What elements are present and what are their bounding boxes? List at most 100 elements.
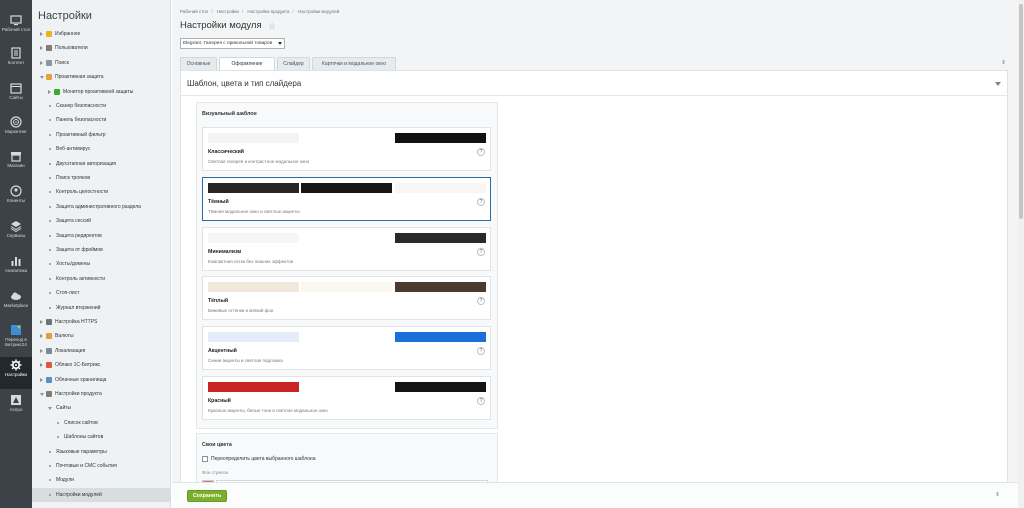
help-icon[interactable]: ?	[477, 247, 485, 256]
divider	[181, 95, 1007, 96]
template-name: Акцентный	[208, 348, 237, 355]
sidebar-item[interactable]: Языковые параметры	[32, 445, 170, 459]
rail-item-11[interactable]: Настройки	[0, 357, 32, 389]
help-icon[interactable]: ?	[477, 297, 485, 306]
sidebar-item[interactable]: Монитор проактивной защиты	[32, 85, 170, 99]
override-colors-checkbox[interactable]	[202, 456, 208, 462]
template-card[interactable]: Тёплый Бежевые оттенки и мягкий фон?	[202, 276, 491, 321]
collapsed-arrow-icon[interactable]	[40, 32, 43, 36]
sidebar-item[interactable]: Локализация	[32, 344, 170, 358]
sidebar-item[interactable]: Стоп-лист	[32, 286, 170, 300]
tab-cards-modal[interactable]: Карточки и модальное окно	[312, 57, 396, 70]
sidebar-item[interactable]: Настройки продукта	[32, 387, 170, 401]
rail-item-4[interactable]: Маркетинг	[0, 114, 32, 146]
sidebar-item[interactable]: Облачные хранилища	[32, 373, 170, 387]
rail-item-8[interactable]: Аналитика	[0, 253, 32, 285]
sidebar-item[interactable]: Избранное	[32, 27, 170, 41]
template-card[interactable]: Тёмный Тёмная модальное окно и светлые ак…	[202, 176, 491, 221]
template-card[interactable]: Минимализм Компактная сетка без лишних эф…	[202, 226, 491, 271]
pin-icon[interactable]: ⇟	[1001, 59, 1006, 66]
sidebar-item-label: Защита от фреймов	[56, 247, 103, 253]
sidebar-item[interactable]: Контроль активности	[32, 272, 170, 286]
sidebar-item[interactable]: Панель безопасности	[32, 113, 170, 127]
pin-icon[interactable]: ⇟	[995, 491, 1000, 498]
sidebar-item[interactable]: Шаблоны сайтов	[32, 430, 170, 444]
breadcrumb-item[interactable]: Настройки продукта	[247, 9, 289, 14]
rail-item-2[interactable]: Контент	[0, 45, 32, 77]
save-button[interactable]: Сохранить	[187, 490, 227, 502]
tab-main[interactable]: Основные	[180, 57, 217, 70]
breadcrumb-item[interactable]: Рабочий стол	[180, 9, 208, 14]
sidebar-item[interactable]: Защита от фреймов	[32, 243, 170, 257]
sidebar-item[interactable]: Почтовые и СМС события	[32, 459, 170, 473]
rail-item-6[interactable]: Клиенты	[0, 183, 32, 215]
breadcrumb-item[interactable]: Настройки	[217, 9, 239, 14]
expanded-arrow-icon[interactable]	[40, 393, 44, 396]
sidebar-item[interactable]: Облако 1С-Битрикс	[32, 358, 170, 372]
sidebar-item[interactable]: Список сайтов	[32, 416, 170, 430]
expanded-arrow-icon[interactable]	[40, 76, 44, 80]
sidebar-item[interactable]: Проактивная защита	[32, 70, 170, 84]
collapsed-arrow-icon[interactable]	[40, 60, 43, 65]
page-scrollbar[interactable]	[1018, 0, 1024, 508]
template-color-swatch	[208, 332, 299, 343]
collapsed-arrow-icon[interactable]	[40, 334, 43, 339]
sidebar-item[interactable]: Сайты	[32, 401, 170, 415]
tab-design[interactable]: Оформление	[219, 57, 275, 70]
rail-item-10[interactable]: Переход в Битрикс24	[0, 322, 32, 354]
template-name: Тёмный	[208, 198, 229, 205]
tree-item-icon	[46, 31, 52, 37]
sidebar-item[interactable]: Защита редиректов	[32, 229, 170, 243]
template-card[interactable]: Классический Светлая галерея и контрастно…	[202, 127, 491, 171]
sidebar-item[interactable]: Веб-антивирус	[32, 142, 170, 156]
rail-item-5[interactable]: Магазин	[0, 148, 32, 180]
sidebar-item[interactable]: Пользователи	[32, 41, 170, 55]
rail-item-3[interactable]: Сайты	[0, 80, 32, 112]
rail-item-label: Маркетинг	[5, 129, 27, 134]
sidebar-item[interactable]: Настройка HTTPS	[32, 315, 170, 329]
sidebar-item[interactable]: Валюты	[32, 329, 170, 343]
rail-item-1[interactable]: Рабочий стол	[0, 12, 32, 44]
expanded-arrow-icon[interactable]	[48, 407, 52, 411]
tab-slider[interactable]: Слайдер	[277, 57, 310, 70]
module-select[interactable]: Elegrant: Галерея с прикольной товаров	[180, 38, 285, 49]
collapsed-arrow-icon[interactable]	[40, 320, 43, 324]
collapsed-arrow-icon[interactable]	[48, 89, 51, 94]
sidebar-item[interactable]: Проактивный фильтр	[32, 128, 170, 142]
favorite-star-icon[interactable]: ☆	[268, 21, 276, 32]
sidebar-item[interactable]: Настройки модулей	[32, 487, 170, 502]
override-colors-label[interactable]: Переопределить цвета выбранного шаблона	[211, 456, 315, 462]
sidebar-item[interactable]: Двухэтапная авторизация	[32, 157, 170, 171]
sidebar-item[interactable]: Защита административного раздела	[32, 200, 170, 214]
collapsed-arrow-icon[interactable]	[40, 377, 43, 382]
template-color-swatch	[301, 282, 392, 293]
rail-item-7[interactable]: Сервисы	[0, 218, 32, 250]
help-icon[interactable]: ?	[477, 197, 485, 206]
template-card[interactable]: Красный Красные акценты, белые тони и све…	[202, 376, 491, 420]
help-icon[interactable]: ?	[477, 397, 485, 405]
sidebar-item[interactable]: Журнал вторжений	[32, 301, 170, 315]
sidebar-item[interactable]: Сканер безопасности	[32, 99, 170, 113]
sidebar-item[interactable]: Контроль целостности	[32, 185, 170, 199]
sidebar-item[interactable]: Модули	[32, 473, 170, 487]
template-card[interactable]: Акцентный Синие акценты и светлая подложк…	[202, 326, 491, 371]
collapsed-arrow-icon[interactable]	[40, 348, 43, 353]
sidebar-item[interactable]: Хосты/домены	[32, 257, 170, 271]
scrollbar-thumb[interactable]	[1019, 4, 1023, 219]
rail-item-9[interactable]: Marketplace	[0, 288, 32, 320]
sidebar-item[interactable]: Поиск троянов	[32, 171, 170, 185]
help-icon[interactable]: ?	[477, 347, 485, 356]
tree-bullet-icon	[49, 133, 51, 136]
collapsed-arrow-icon[interactable]	[40, 46, 43, 51]
help-icon[interactable]: ?	[477, 148, 485, 156]
sidebar-item-label: Настройки модулей	[56, 491, 102, 498]
sidebar-item[interactable]: Защита сессий	[32, 214, 170, 228]
sidebar-item-label: Контроль активности	[56, 275, 105, 282]
sidebar-item-label: Защита административного раздела	[56, 203, 141, 210]
collapsed-arrow-icon[interactable]	[40, 363, 43, 368]
sidebar-item-label: Поиск троянов	[56, 175, 91, 181]
rail-item-12[interactable]: Аспро	[0, 392, 32, 424]
collapse-chevron-icon[interactable]	[995, 82, 1001, 86]
sidebar-item[interactable]: Поиск	[32, 56, 170, 70]
breadcrumb-item[interactable]: Настройки модулей	[298, 9, 339, 14]
